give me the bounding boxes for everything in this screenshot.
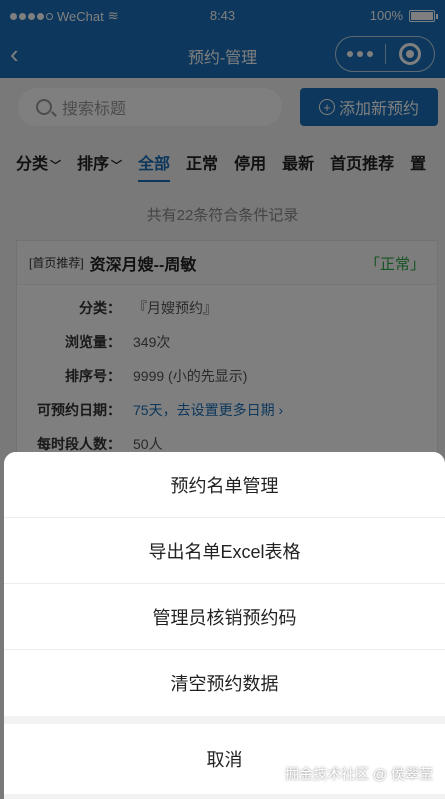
watermark: 掘金技术社区 @ 侯翠莹: [285, 766, 433, 782]
action-sheet: 预约名单管理 导出名单Excel表格 管理员核销预约码 清空预约数据 取消: [4, 452, 445, 799]
sheet-divider: [4, 716, 445, 724]
action-export-excel[interactable]: 导出名单Excel表格: [4, 518, 445, 584]
action-booking-list[interactable]: 预约名单管理: [4, 452, 445, 518]
action-clear-data[interactable]: 清空预约数据: [4, 650, 445, 716]
action-verify-code[interactable]: 管理员核销预约码: [4, 584, 445, 650]
